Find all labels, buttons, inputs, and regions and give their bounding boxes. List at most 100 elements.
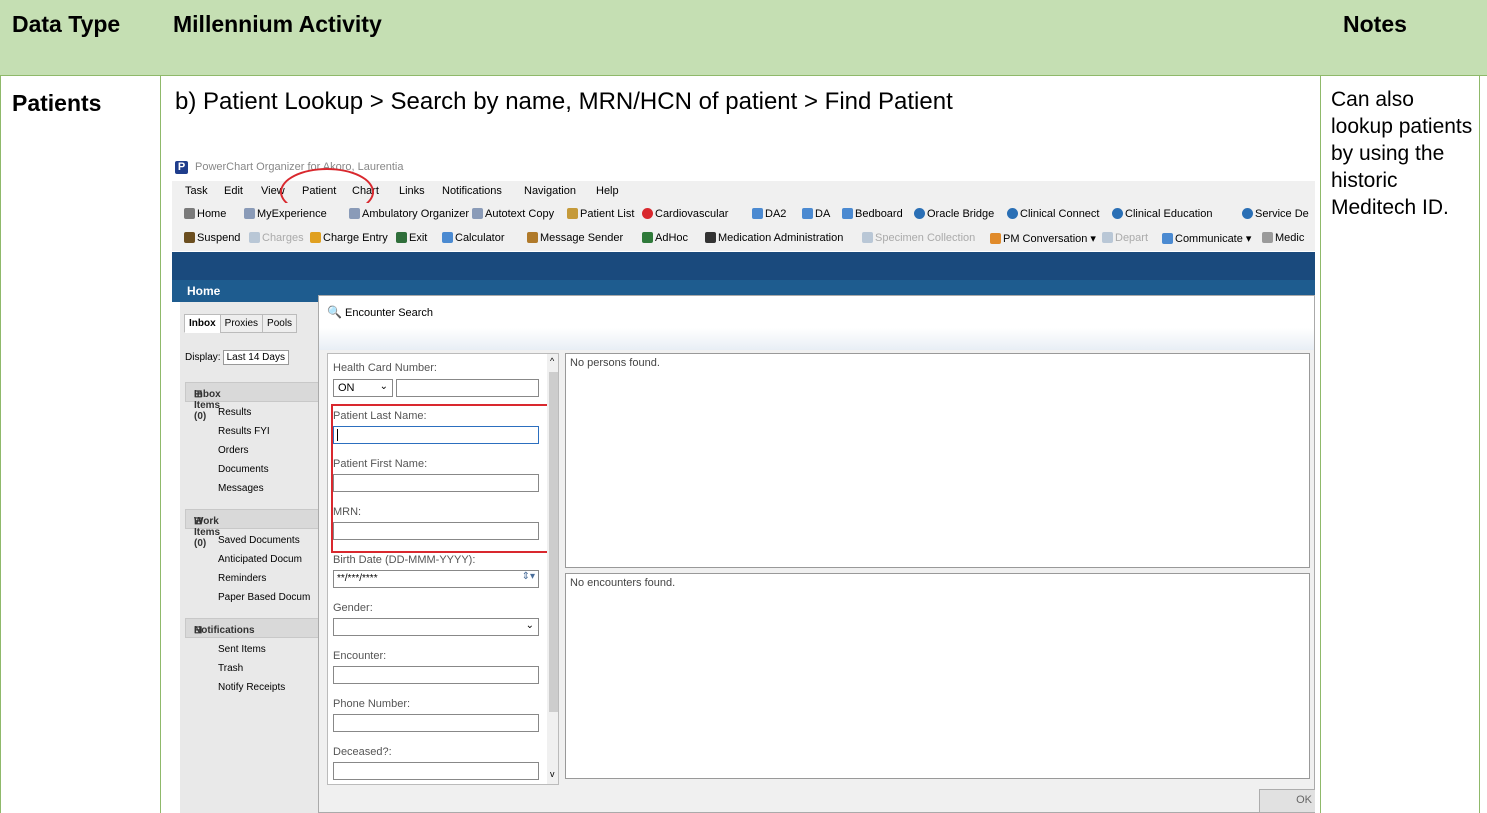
scroll-thumb[interactable] [549, 372, 558, 712]
scroll-up-icon[interactable]: ^ [550, 356, 554, 366]
deceased-select[interactable] [333, 762, 539, 780]
spinner-icon[interactable]: ⇕▾ [522, 571, 535, 582]
tab-proxies[interactable]: Proxies [219, 314, 264, 333]
last-name-label: Patient Last Name: [333, 410, 427, 422]
list-item-sent-items[interactable]: Sent Items [218, 644, 266, 655]
birth-date-input[interactable]: **/***/**** ⇕▾ [333, 570, 539, 588]
window-icon [752, 208, 763, 219]
list-item-orders[interactable]: Orders [218, 445, 249, 456]
toolbar-calculator[interactable]: Calculator [442, 232, 505, 244]
chevron-down-icon: ⌄ [525, 620, 534, 631]
text-cursor [337, 429, 338, 441]
document-icon [1262, 232, 1273, 243]
phone-input[interactable] [333, 714, 539, 732]
table-border-col1 [160, 76, 161, 813]
toolbar-da2[interactable]: DA2 [752, 208, 786, 220]
toolbar-medic[interactable]: Medic [1262, 232, 1304, 244]
toolbar-exit[interactable]: Exit [396, 232, 427, 244]
row-activity-step: b) Patient Lookup > Search by name, MRN/… [175, 88, 953, 115]
menu-navigation[interactable]: Navigation [524, 185, 576, 197]
tab-inbox[interactable]: Inbox [184, 314, 221, 333]
menu-task[interactable]: Task [185, 185, 208, 197]
toolbar-specimen-collection[interactable]: Specimen Collection [862, 232, 975, 244]
list-item-notify-receipts[interactable]: Notify Receipts [218, 682, 285, 693]
toolbar-charges[interactable]: Charges [249, 232, 304, 244]
encounters-empty-message: No encounters found. [570, 577, 676, 589]
encounter-search-dialog: 🔍 Encounter Search Health Card Number: O… [318, 295, 1315, 813]
group-inbox-items[interactable]: ⊟ Inbox Items (0) [185, 382, 322, 422]
hcn-province-select[interactable]: ON ⌄ [333, 379, 393, 397]
deceased-label: Deceased?: [333, 746, 392, 758]
list-item-paper-based-documents[interactable]: Paper Based Docum [218, 592, 310, 603]
list-item-saved-documents[interactable]: Saved Documents [218, 535, 300, 546]
birth-date-value: **/***/**** [337, 573, 378, 584]
list-item-anticipated-documents[interactable]: Anticipated Docum [218, 554, 302, 565]
toolbar-myexperience[interactable]: MyExperience [244, 208, 327, 220]
encounter-label: Encounter: [333, 650, 387, 662]
first-name-input[interactable] [333, 474, 539, 492]
menu-help[interactable]: Help [596, 185, 619, 197]
depart-icon [1102, 232, 1113, 243]
hcn-input[interactable] [396, 379, 539, 397]
display-select[interactable]: Last 14 Days [222, 350, 289, 365]
communicate-icon [1162, 233, 1173, 244]
toolbar-home[interactable]: Home [184, 208, 226, 220]
home-icon [184, 208, 195, 219]
dialog-title: Encounter Search [345, 307, 434, 319]
tab-pools[interactable]: Pools [262, 314, 298, 333]
exit-icon [396, 232, 407, 243]
dialog-header-strip [319, 328, 1314, 350]
list-item-trash[interactable]: Trash [218, 663, 243, 674]
toolbar-adhoc[interactable]: AdHoc [642, 232, 688, 244]
list-item-results-fyi[interactable]: Results FYI [218, 426, 270, 437]
toolbar-oracle-bridge[interactable]: Oracle Bridge [914, 208, 994, 220]
ok-button[interactable]: OK [1259, 789, 1315, 813]
list-item-reminders[interactable]: Reminders [218, 573, 266, 584]
header-notes: Notes [1343, 11, 1407, 37]
menu-notifications[interactable]: Notifications [442, 185, 502, 197]
persons-results-list[interactable]: No persons found. [565, 353, 1310, 568]
powerchart-logo-icon: P [175, 161, 188, 174]
toolbar-secondary: Suspend Charges Charge Entry Exit Calcul… [172, 227, 1315, 251]
hcn-province-value: ON [338, 382, 355, 394]
encounter-input[interactable] [333, 666, 539, 684]
suspend-icon [184, 232, 195, 243]
toolbar-bedboard[interactable]: Bedboard [842, 208, 903, 220]
mrn-input[interactable] [333, 522, 539, 540]
toolbar-depart[interactable]: Depart [1102, 232, 1148, 244]
toolbar-clinical-education[interactable]: Clinical Education [1112, 208, 1212, 220]
toolbar-cardiovascular[interactable]: Cardiovascular [642, 208, 728, 220]
toolbar-communicate[interactable]: Communicate ▾ [1162, 232, 1251, 245]
menu-edit[interactable]: Edit [224, 185, 243, 197]
list-item-messages[interactable]: Messages [218, 483, 264, 494]
dialog-titlebar: 🔍 Encounter Search [319, 296, 1314, 329]
toolbar-patient-list[interactable]: Patient List [567, 208, 634, 220]
inbox-tabs: Inbox Proxies Pools [184, 314, 298, 334]
row-notes: Can also lookup patients by using the hi… [1331, 88, 1473, 219]
toolbar-ambulatory-organizer[interactable]: Ambulatory Organizer [349, 208, 469, 220]
group-work-items[interactable]: ⊟ Work Items (0) [185, 509, 322, 549]
group-notifications[interactable]: ⊟ Notifications [185, 618, 322, 638]
toolbar-clinical-connect[interactable]: Clinical Connect [1007, 208, 1099, 220]
toolbar-pm-conversation[interactable]: PM Conversation ▾ [990, 232, 1096, 245]
header-millennium-activity: Millennium Activity [173, 11, 382, 37]
criteria-scrollbar[interactable]: ^ v [547, 354, 558, 784]
home-label: Home [187, 284, 221, 298]
table-border-left [0, 76, 1, 813]
toolbar-message-sender[interactable]: Message Sender [527, 232, 623, 244]
toolbar-da[interactable]: DA [802, 208, 830, 220]
last-name-input[interactable] [333, 426, 539, 444]
grid-icon [244, 208, 255, 219]
toolbar-suspend[interactable]: Suspend [184, 232, 240, 244]
toolbar-medication-administration[interactable]: Medication Administration [705, 232, 843, 244]
list-item-documents[interactable]: Documents [218, 464, 269, 475]
toolbar-autotext-copy[interactable]: Autotext Copy [472, 208, 554, 220]
menu-links[interactable]: Links [399, 185, 425, 197]
scroll-down-icon[interactable]: v [550, 769, 555, 779]
list-item-results[interactable]: Results [218, 407, 251, 418]
encounters-results-list[interactable]: No encounters found. [565, 573, 1310, 779]
toolbar-service-desk[interactable]: Service De [1242, 208, 1309, 220]
toolbar-charge-entry[interactable]: Charge Entry [310, 232, 388, 244]
gender-select[interactable]: ⌄ [333, 618, 539, 636]
person-icon [567, 208, 578, 219]
